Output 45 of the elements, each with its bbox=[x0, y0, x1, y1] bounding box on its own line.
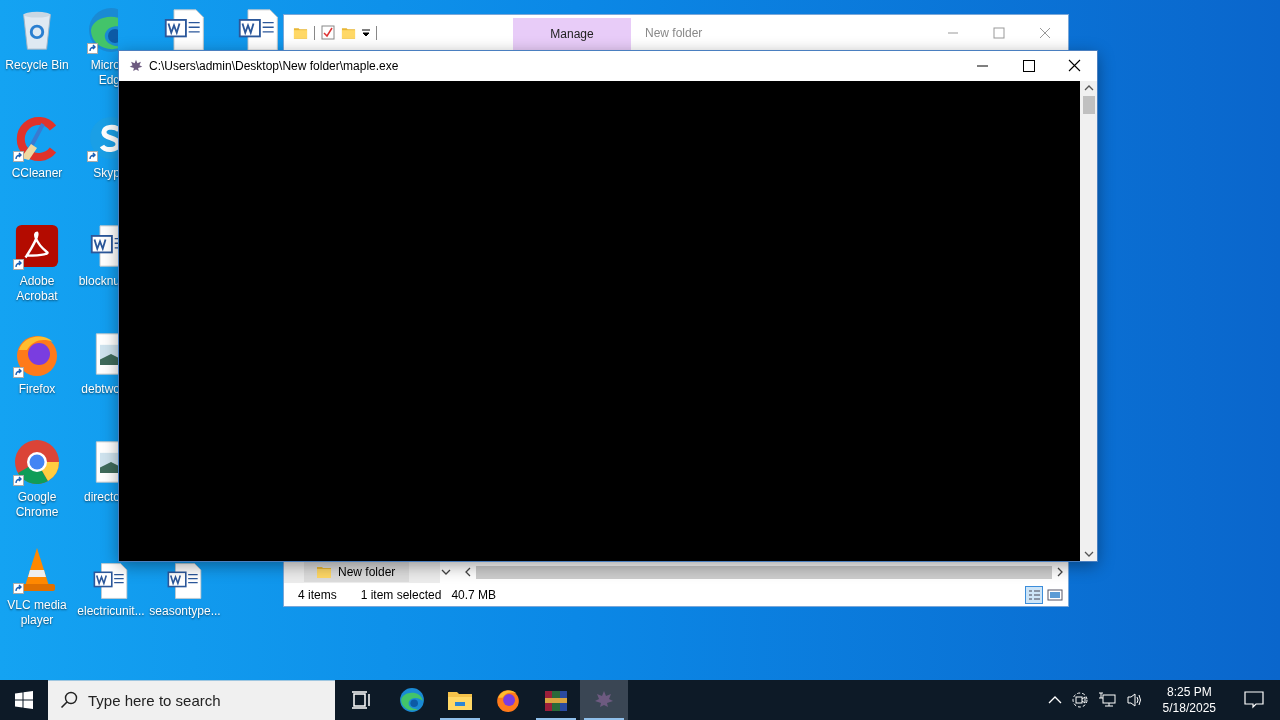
chevron-up-icon[interactable] bbox=[1047, 695, 1062, 705]
leaf-icon bbox=[594, 690, 614, 710]
search-icon bbox=[60, 691, 78, 709]
icon-label[interactable]: electricunit... bbox=[75, 604, 147, 619]
chevron-down-icon[interactable] bbox=[440, 567, 452, 577]
icon-label[interactable]: Firefox bbox=[1, 382, 73, 397]
folder-icon bbox=[447, 689, 473, 711]
document-icon[interactable] bbox=[92, 562, 130, 600]
scroll-thumb[interactable] bbox=[1082, 96, 1095, 114]
document-icon[interactable] bbox=[237, 8, 281, 52]
camera-icon[interactable] bbox=[1071, 692, 1088, 708]
fox-browser-icon bbox=[495, 687, 521, 713]
wave-browser-icon bbox=[399, 687, 425, 713]
start-icon bbox=[15, 691, 33, 709]
icon-label[interactable]: seasontype... bbox=[149, 604, 221, 619]
selection-info: 1 item selected bbox=[360, 587, 442, 602]
volume-icon[interactable] bbox=[1125, 692, 1144, 708]
icon-label[interactable]: CCleaner bbox=[1, 166, 73, 181]
icon-label[interactable]: Recycle Bin bbox=[1, 58, 73, 73]
document-icon[interactable] bbox=[163, 8, 207, 52]
vertical-scrollbar[interactable] bbox=[1080, 81, 1097, 561]
document-icon[interactable] bbox=[166, 562, 204, 600]
item-count: 4 items bbox=[298, 587, 337, 602]
dropdown-caret-icon[interactable] bbox=[362, 28, 370, 37]
icon-label[interactable]: Adobe Acrobat bbox=[1, 274, 73, 304]
icon-label[interactable]: debtwo bbox=[74, 382, 120, 397]
browser-icon[interactable] bbox=[13, 438, 61, 486]
clock[interactable]: 8:25 PM 5/18/2025 bbox=[1156, 683, 1222, 717]
notification-icon[interactable] bbox=[1244, 691, 1264, 709]
selection-size: 40.7 MB bbox=[451, 587, 497, 602]
wave-browser-icon[interactable] bbox=[87, 6, 118, 54]
icon-label[interactable]: VLC media player bbox=[1, 598, 73, 628]
folder-icon bbox=[316, 565, 332, 579]
icon-label[interactable]: Google Chrome bbox=[1, 490, 73, 520]
search-field[interactable]: Type here to search bbox=[48, 680, 335, 720]
leaf-icon bbox=[129, 59, 143, 73]
network-icon[interactable] bbox=[1097, 692, 1116, 708]
details-view-icon[interactable] bbox=[1025, 585, 1043, 604]
pdf-icon[interactable] bbox=[14, 223, 60, 269]
ribbon-tab[interactable]: Manage bbox=[513, 18, 631, 50]
window-title: C:\Users\admin\Desktop\New folder\maple.exe bbox=[149, 59, 399, 73]
window-title: New folder bbox=[645, 25, 703, 40]
task-view-icon bbox=[351, 690, 371, 710]
nav-pane-item[interactable]: New folder bbox=[304, 562, 410, 582]
properties-icon[interactable] bbox=[321, 25, 335, 40]
